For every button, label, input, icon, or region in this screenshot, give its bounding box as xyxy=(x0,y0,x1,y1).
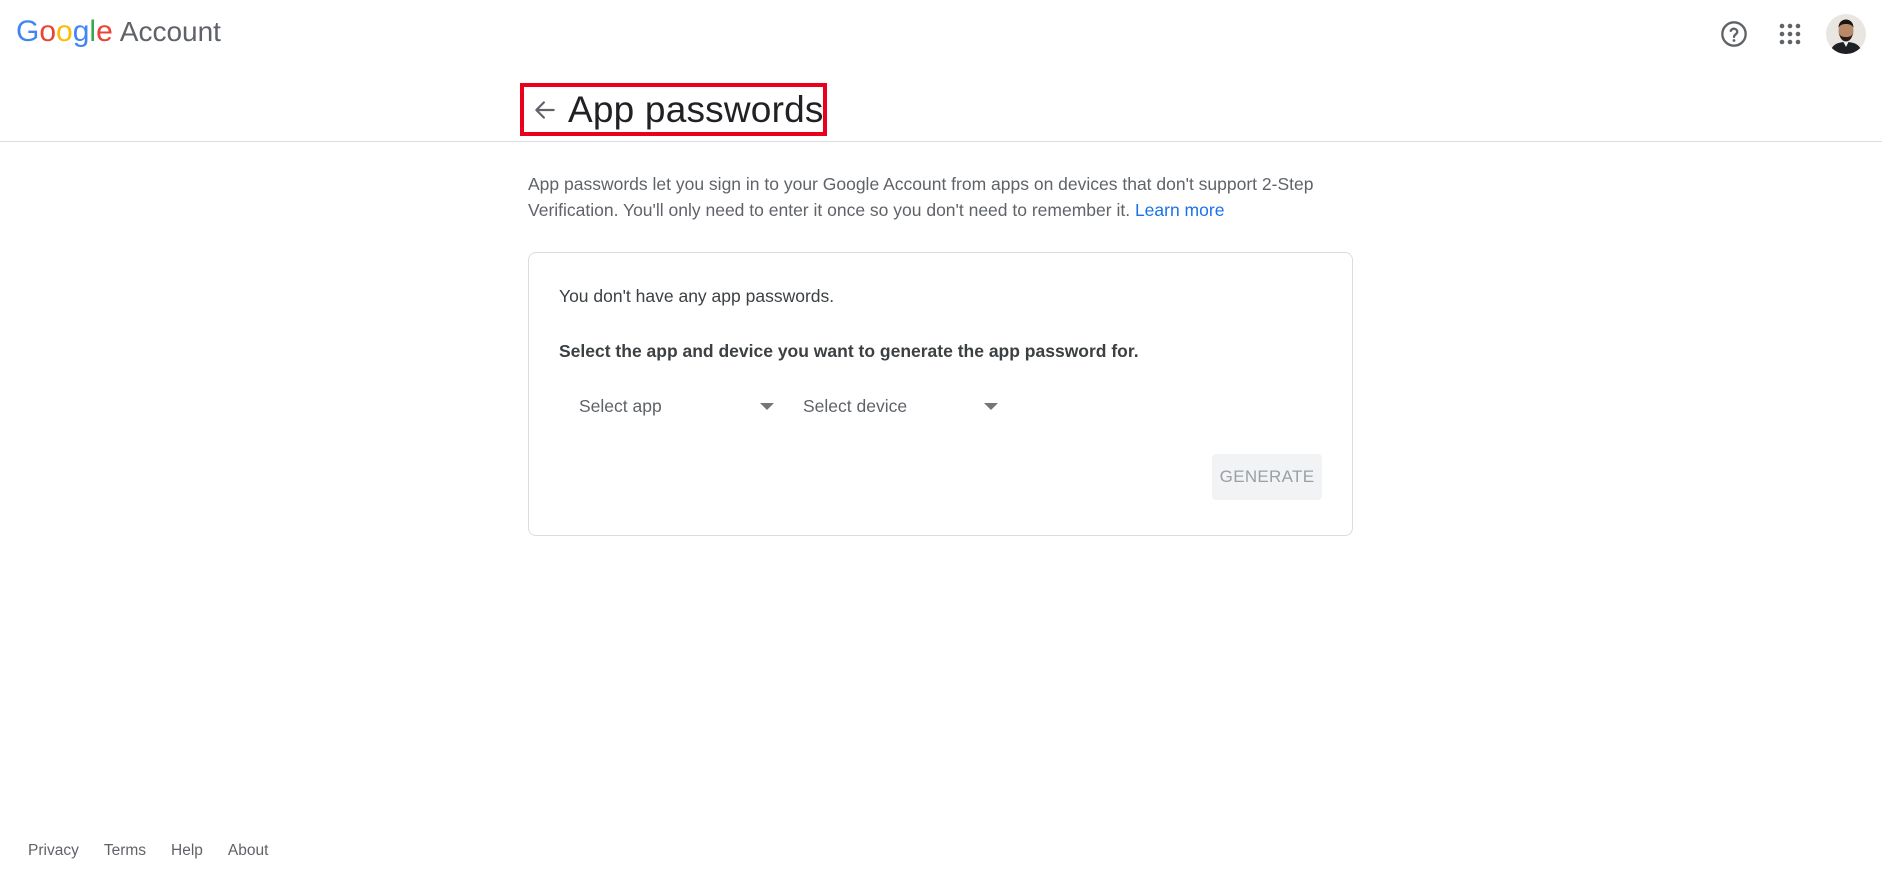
select-app-label: Select app xyxy=(579,395,662,416)
arrow-left-icon xyxy=(535,100,555,119)
page-description: App passwords let you sign in to your Go… xyxy=(528,171,1348,223)
avatar[interactable] xyxy=(1826,14,1866,54)
help-button[interactable] xyxy=(1712,12,1756,56)
page-title: App passwords xyxy=(568,88,824,130)
footer: Privacy Terms Help About xyxy=(28,842,293,860)
dropdown-caret-icon xyxy=(760,403,774,410)
google-account-logo[interactable]: Google Account xyxy=(16,14,221,50)
logo-letter: l xyxy=(89,15,97,48)
logo-letter: g xyxy=(72,15,90,48)
footer-link-help[interactable]: Help xyxy=(171,842,203,860)
highlighted-title-area: App passwords xyxy=(520,83,827,136)
logo-letter: o xyxy=(56,15,73,48)
apps-grid-icon xyxy=(1779,23,1801,45)
learn-more-link[interactable]: Learn more xyxy=(1135,200,1225,220)
footer-link-privacy[interactable]: Privacy xyxy=(28,842,79,860)
page-header: App passwords xyxy=(0,66,1882,142)
select-device-label: Select device xyxy=(803,395,908,416)
dropdown-caret-icon xyxy=(984,403,998,410)
logo-letter: e xyxy=(96,15,113,48)
logo-letter: G xyxy=(16,15,40,48)
footer-link-terms[interactable]: Terms xyxy=(104,842,146,860)
select-device-dropdown[interactable]: Select device xyxy=(803,384,998,428)
app-passwords-card: You don't have any app passwords. Select… xyxy=(528,252,1353,536)
back-button[interactable] xyxy=(532,90,558,130)
apps-button[interactable] xyxy=(1768,12,1812,56)
footer-link-about[interactable]: About xyxy=(228,842,269,860)
top-app-bar: Google Account xyxy=(0,0,1882,66)
profile-photo-icon xyxy=(1826,14,1866,54)
generate-button[interactable]: GENERATE xyxy=(1212,454,1322,500)
help-icon xyxy=(1721,21,1747,47)
product-name: Account xyxy=(119,16,221,47)
select-app-dropdown[interactable]: Select app xyxy=(579,384,774,428)
instruction-text: Select the app and device you want to ge… xyxy=(559,341,1139,361)
logo-letter: o xyxy=(39,15,57,48)
empty-state-message: You don't have any app passwords. xyxy=(559,286,835,306)
